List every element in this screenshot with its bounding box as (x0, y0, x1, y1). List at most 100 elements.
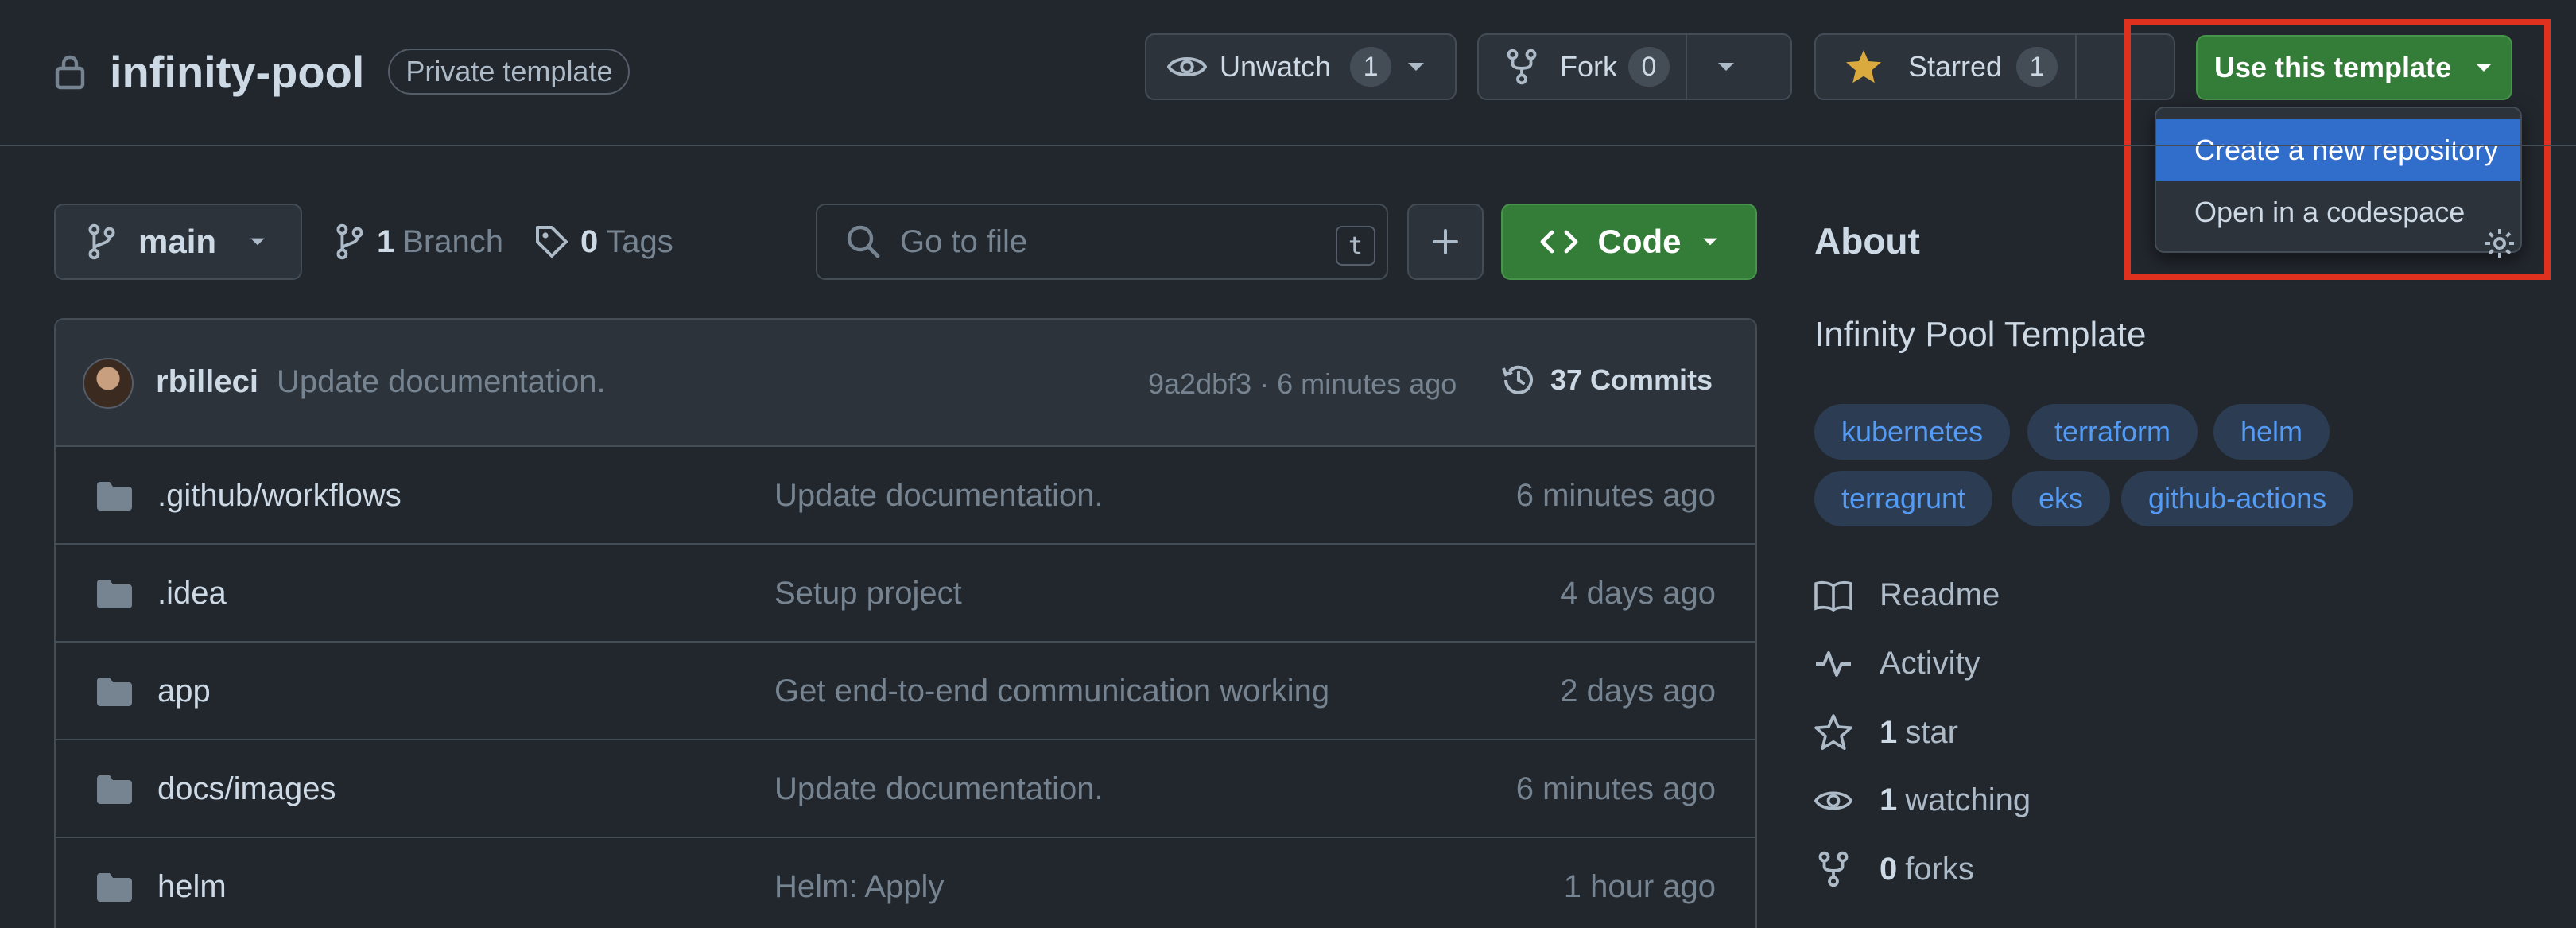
file-name[interactable]: helm (157, 838, 227, 928)
star-filled-icon (1845, 49, 1883, 85)
readme-label: Readme (1880, 577, 2000, 612)
repo-name[interactable]: infinity-pool (110, 46, 364, 98)
commit-message[interactable]: Update documentation. (277, 364, 606, 400)
branch-icon (86, 223, 118, 260)
file-commit-message[interactable]: Helm: Apply (774, 838, 944, 928)
fork-button[interactable]: Fork 0 (1477, 33, 1792, 100)
starred-label: Starred (1908, 50, 2003, 83)
tags-link[interactable]: 0 Tags (534, 219, 673, 264)
fork-divider (1686, 35, 1687, 99)
starred-button[interactable]: Starred 1 (1814, 33, 2175, 100)
about-heading: About (1814, 220, 1920, 262)
activity-link[interactable]: Activity (1814, 646, 1980, 681)
watching-count: 1 (1880, 782, 1898, 817)
forks-link[interactable]: 0 forks (1814, 851, 1974, 887)
lock-icon (54, 52, 86, 91)
folder-icon (95, 545, 134, 643)
chevron-down-icon[interactable] (1406, 60, 1426, 73)
star-stat-count: 1 (1880, 714, 1898, 750)
file-name[interactable]: app (157, 643, 211, 740)
forks-label: forks (1905, 851, 1974, 887)
tag-label: Tags (606, 223, 673, 259)
search-placeholder: Go to file (900, 223, 1028, 259)
latest-commit-bar: rbilleci Update documentation. 9a2dbf3 ·… (56, 320, 1755, 447)
file-commit-message[interactable]: Setup project (774, 545, 962, 643)
branch-selector[interactable]: main (54, 204, 302, 280)
topic-tag[interactable]: kubernetes (1814, 404, 2011, 460)
avatar[interactable] (83, 358, 134, 409)
fork-label: Fork (1560, 50, 1617, 83)
unwatch-label: Unwatch (1220, 50, 1332, 83)
commit-sha-time[interactable]: 9a2dbf3 · 6 minutes ago (1148, 367, 1457, 401)
topic-tag[interactable]: eks (2012, 471, 2111, 526)
file-time: 6 minutes ago (1515, 771, 1716, 806)
file-commit-message[interactable]: Update documentation. (774, 740, 1104, 838)
fork-count: 0 (1628, 47, 1670, 87)
file-time: 2 days ago (1560, 674, 1716, 709)
file-commit-message[interactable]: Get end-to-end communication working (774, 643, 1329, 740)
visibility-badge: Private template (388, 49, 630, 95)
shortcut-key: t (1336, 226, 1375, 266)
file-name[interactable]: .github/workflows (157, 447, 402, 545)
topic-tag[interactable]: helm (2213, 404, 2330, 460)
topic-tag[interactable]: terraform (2027, 404, 2198, 460)
branch-name: main (138, 223, 217, 260)
repo-description: Infinity Pool Template (1814, 315, 2147, 354)
header-divider (0, 145, 2576, 146)
history-icon (1499, 361, 1538, 399)
stars-link[interactable]: 1 star (1814, 714, 1958, 751)
file-commit-message[interactable]: Update documentation. (774, 447, 1104, 545)
file-name[interactable]: .idea (157, 545, 227, 643)
eye-icon (1167, 51, 1207, 83)
table-row: .github/workflows Update documentation. … (56, 447, 1755, 545)
folder-icon (95, 447, 134, 545)
activity-label: Activity (1880, 646, 1980, 681)
code-button[interactable]: Code (1501, 204, 1757, 280)
folder-icon (95, 643, 134, 740)
file-time: 6 minutes ago (1515, 478, 1716, 513)
tag-icon (534, 224, 569, 259)
watching-label: watching (1905, 782, 2031, 817)
table-row: helm Helm: Apply 1 hour ago (56, 838, 1755, 928)
branch-count: 1 (377, 223, 395, 259)
book-icon (1814, 580, 1852, 612)
watch-count: 1 (1350, 47, 1392, 87)
readme-link[interactable]: Readme (1814, 577, 2000, 613)
file-table: rbilleci Update documentation. 9a2dbf3 ·… (54, 318, 1757, 928)
topic-tag[interactable]: terragrunt (1814, 471, 1993, 526)
plus-icon (1431, 227, 1460, 256)
commit-author[interactable]: rbilleci (156, 364, 258, 400)
go-to-file-input[interactable]: Go to file t (816, 204, 1388, 280)
file-name[interactable]: docs/images (157, 740, 336, 838)
folder-icon (95, 740, 134, 838)
fork-icon (1814, 851, 1852, 887)
star-icon (1814, 714, 1852, 751)
gear-icon[interactable] (2484, 227, 2516, 259)
star-count: 1 (2016, 47, 2058, 87)
topic-tag[interactable]: github-actions (2121, 471, 2354, 526)
add-file-button[interactable] (1407, 204, 1484, 280)
chevron-down-icon[interactable] (1716, 60, 1736, 73)
commits-link[interactable]: 37 Commits (1499, 361, 1713, 399)
repo-title: infinity-pool Private template (54, 40, 630, 103)
file-time: 4 days ago (1560, 576, 1716, 611)
watching-link[interactable]: 1 watching (1814, 782, 2031, 818)
unwatch-button[interactable]: Unwatch 1 (1145, 33, 1457, 100)
branch-label: Branch (402, 223, 503, 259)
code-label: Code (1597, 223, 1682, 260)
fork-icon (1506, 49, 1538, 85)
star-divider (2075, 35, 2077, 99)
chevron-down-icon (1701, 236, 1720, 247)
file-time: 1 hour ago (1563, 869, 1716, 904)
star-stat-label: star (1905, 714, 1958, 750)
folder-icon (95, 838, 134, 928)
chevron-down-icon (248, 236, 267, 247)
table-row: docs/images Update documentation. 6 minu… (56, 740, 1755, 838)
search-icon (846, 224, 881, 259)
forks-count: 0 (1880, 851, 1898, 887)
branches-link[interactable]: 1 Branch (334, 219, 503, 264)
code-icon (1539, 227, 1579, 256)
eye-icon (1814, 786, 1852, 816)
tag-count: 0 (580, 223, 599, 259)
pulse-icon (1814, 648, 1852, 680)
